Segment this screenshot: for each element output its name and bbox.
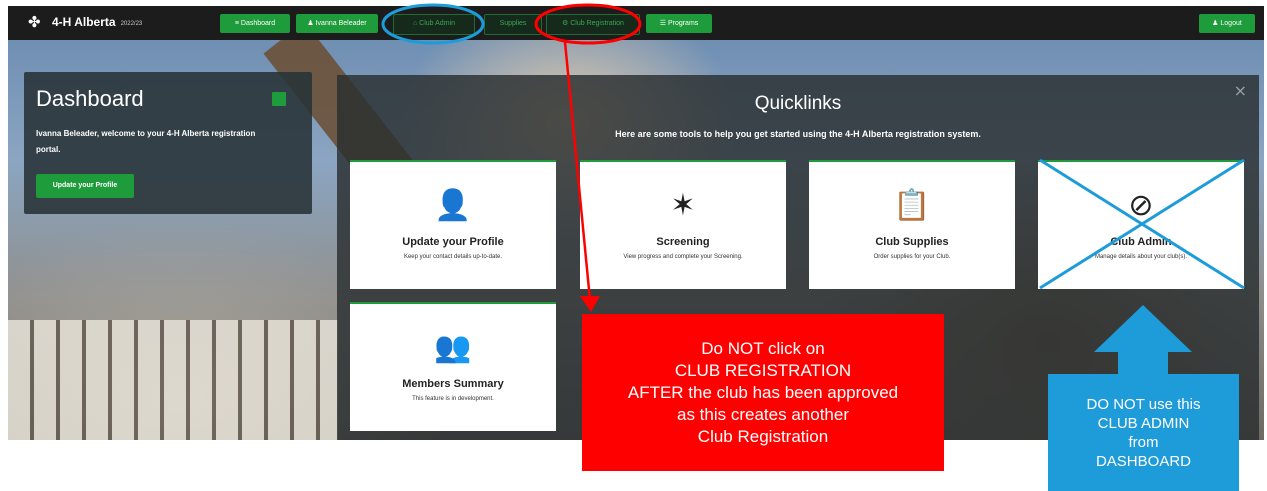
update-profile-button[interactable]: Update your Profile <box>36 174 134 198</box>
card-description: View progress and complete your Screenin… <box>623 254 743 260</box>
warning-club-admin: DO NOT use this CLUB ADMIN from DASHBOAR… <box>1048 374 1239 491</box>
clover-logo-icon: ✤ <box>28 13 41 31</box>
card-description: Order supplies for your Club. <box>873 254 951 260</box>
card-title: Update your Profile <box>402 236 504 248</box>
card-club-admin[interactable]: ⊘ Club Admin Manage details about your c… <box>1038 160 1244 289</box>
card-club-supplies[interactable]: 📋 Club Supplies Order supplies for your … <box>809 160 1015 289</box>
card-title: Screening <box>656 236 710 248</box>
card-screening[interactable]: ✶ Screening View progress and complete y… <box>580 160 786 289</box>
nav-club-registration-button[interactable]: ⚙ Club Registration <box>546 14 640 35</box>
card-update-profile[interactable]: 👤 Update your Profile Keep your contact … <box>350 160 556 289</box>
person-icon: 👤 <box>434 188 472 223</box>
quicklinks-subtitle: Here are some tools to help you get star… <box>615 129 981 139</box>
logout-button[interactable]: ♟ Logout <box>1199 14 1255 33</box>
clipboard-icon: 📋 <box>893 188 931 223</box>
nav-profile-button[interactable]: ♟ Ivanna Beleader <box>296 14 378 33</box>
welcome-text: Ivanna Beleader, welcome to your 4-H Alb… <box>36 129 256 154</box>
card-members-summary[interactable]: 👥 Members Summary This feature is in dev… <box>350 302 556 431</box>
quicklinks-title: Quicklinks <box>754 93 842 114</box>
brand[interactable]: ✤ 4-H Alberta 2022/23 <box>28 14 142 30</box>
card-title: Club Supplies <box>875 236 949 248</box>
card-description: Keep your contact details up-to-date. <box>403 254 503 260</box>
brand-year: 2022/23 <box>120 20 143 27</box>
warning-club-registration: Do NOT click on CLUB REGISTRATION AFTER … <box>582 314 944 471</box>
compass-icon: ⊘ <box>1128 188 1154 223</box>
card-title: Club Admin <box>1110 236 1172 248</box>
card-description: Manage details about your club(s). <box>1094 254 1188 260</box>
nav-club-admin-button[interactable]: ⌂ Club Admin <box>393 14 475 35</box>
dashboard-badge-icon <box>272 92 286 106</box>
background-fence <box>8 320 338 440</box>
nav-dashboard-button[interactable]: ≡ Dashboard <box>220 14 290 33</box>
nav-programs-button[interactable]: ☰ Programs <box>646 14 712 33</box>
dashboard-panel: Dashboard Ivanna Beleader, welcome to yo… <box>24 72 312 214</box>
card-description: This feature is in development. <box>412 396 494 402</box>
nav-supplies-button[interactable]: Supplies <box>484 14 542 35</box>
top-nav-bar: ✤ 4-H Alberta 2022/23 ≡ Dashboard ♟ Ivan… <box>8 6 1264 40</box>
dashboard-title: Dashboard <box>36 86 144 111</box>
group-icon: 👥 <box>434 330 472 365</box>
card-title: Members Summary <box>402 378 504 390</box>
star-icon: ✶ <box>670 188 696 223</box>
brand-name: 4-H Alberta <box>52 15 116 29</box>
